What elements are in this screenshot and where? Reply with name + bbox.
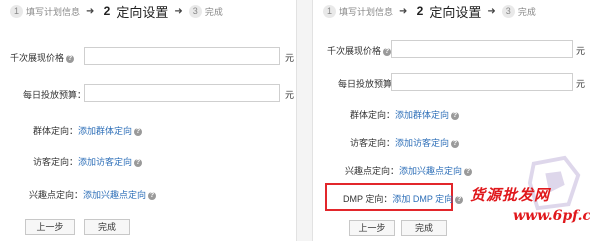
- group-targeting-row: 群体定向：添加群体定向?: [33, 126, 143, 136]
- finish-button[interactable]: 完成: [401, 220, 447, 236]
- price-input[interactable]: [84, 47, 280, 65]
- budget-input[interactable]: [84, 84, 280, 102]
- step-1-number: 1: [323, 4, 336, 18]
- arrow-right-icon: ➜: [487, 5, 496, 17]
- group-targeting-row: 群体定向：添加群体定向?: [350, 110, 460, 120]
- targeting-panel-before: 1 填写计划信息 ➜ 2 定向设置 ➜ 3 完成 千次展现价格? 元 每日投放预…: [0, 0, 297, 241]
- add-group-targeting-link[interactable]: 添加群体定向: [78, 126, 132, 136]
- add-group-targeting-link[interactable]: 添加群体定向: [395, 110, 449, 120]
- budget-unit: 元: [285, 90, 295, 100]
- step-2-number: 2: [413, 4, 427, 18]
- watermark-text: 货源批发网: [470, 186, 551, 204]
- help-icon[interactable]: ?: [464, 167, 473, 176]
- prev-step-button[interactable]: 上一步: [349, 220, 395, 236]
- price-label: 千次展现价格?: [327, 46, 392, 56]
- prev-step-button[interactable]: 上一步: [25, 219, 75, 235]
- price-unit: 元: [576, 46, 586, 56]
- help-icon[interactable]: ?: [451, 139, 460, 148]
- price-label: 千次展现价格?: [10, 53, 75, 63]
- visitor-targeting-row: 访客定向：添加访客定向?: [350, 138, 460, 148]
- step-indicator: 1 填写计划信息 ➜ 2 定向设置 ➜ 3 完成: [10, 2, 223, 20]
- dmp-targeting-row: DMP 定向：添加 DMP 定向?: [343, 194, 464, 204]
- help-icon[interactable]: ?: [383, 47, 392, 56]
- price-input[interactable]: [391, 40, 573, 58]
- add-visitor-targeting-link[interactable]: 添加访客定向: [395, 138, 449, 148]
- add-visitor-targeting-link[interactable]: 添加访客定向: [78, 157, 132, 167]
- help-icon[interactable]: ?: [134, 158, 143, 167]
- step-3-label: 完成: [204, 6, 223, 17]
- step-1-label: 填写计划信息: [339, 6, 394, 17]
- budget-input[interactable]: [391, 73, 573, 91]
- step-3-number: 3: [501, 4, 515, 18]
- targeting-panel-after: 1 填写计划信息 ➜ 2 定向设置 ➜ 3 完成 千次展现价格? 元 每日投放预…: [312, 0, 590, 241]
- visitor-targeting-row: 访客定向：添加访客定向?: [33, 157, 143, 167]
- help-icon[interactable]: ?: [455, 195, 464, 204]
- watermark-url: www.6pf.cn: [513, 208, 590, 224]
- arrow-right-icon: ➜: [86, 5, 95, 17]
- add-interest-targeting-link[interactable]: 添加兴趣点定向: [399, 166, 462, 176]
- budget-label: 每日投放预算：: [23, 90, 87, 100]
- add-interest-targeting-link[interactable]: 添加兴趣点定向: [83, 190, 146, 200]
- step-3-label: 完成: [517, 6, 536, 17]
- interest-targeting-row: 兴趣点定向：添加兴趣点定向?: [345, 166, 473, 176]
- help-icon[interactable]: ?: [451, 111, 460, 120]
- arrow-right-icon: ➜: [399, 5, 408, 17]
- interest-targeting-row: 兴趣点定向：添加兴趣点定向?: [29, 190, 157, 200]
- add-dmp-targeting-link[interactable]: 添加 DMP 定向: [392, 194, 453, 204]
- step-2-label: 定向设置: [429, 4, 482, 20]
- price-unit: 元: [285, 53, 295, 63]
- step-1-label: 填写计划信息: [26, 6, 81, 17]
- step-2-label: 定向设置: [116, 4, 169, 20]
- help-icon[interactable]: ?: [66, 54, 75, 63]
- step-3-number: 3: [188, 4, 202, 18]
- step-1-number: 1: [10, 4, 23, 18]
- help-icon[interactable]: ?: [148, 191, 157, 200]
- budget-unit: 元: [576, 79, 586, 89]
- arrow-right-icon: ➜: [174, 5, 183, 17]
- step-indicator: 1 填写计划信息 ➜ 2 定向设置 ➜ 3 完成: [323, 2, 536, 20]
- help-icon[interactable]: ?: [134, 127, 143, 136]
- finish-button[interactable]: 完成: [84, 219, 130, 235]
- step-2-number: 2: [100, 4, 114, 18]
